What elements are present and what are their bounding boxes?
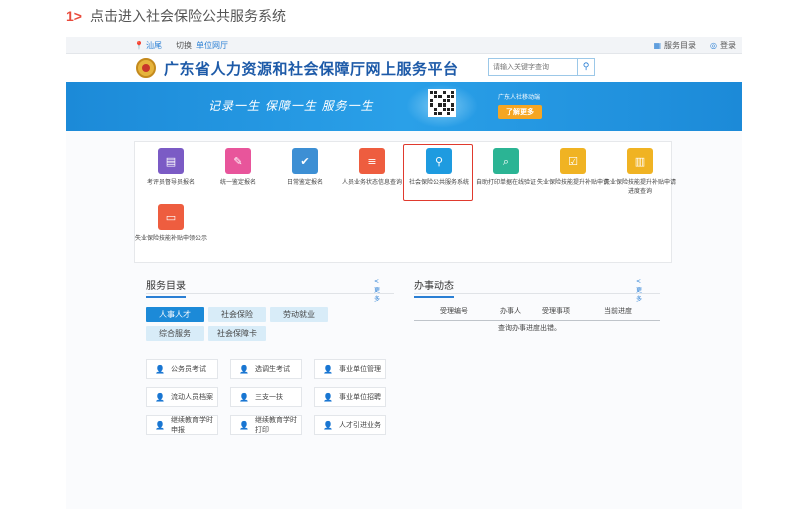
catalog-item-label: 三支一扶 (254, 393, 283, 401)
user-search-icon: ⚲ (426, 148, 452, 174)
emblem-icon (136, 58, 156, 78)
location-link[interactable]: 📍 汕尾 (134, 40, 162, 51)
catalog-item[interactable]: 👤 人才引进业务 (314, 415, 386, 435)
service-tile-label: 失业保险技能提升补贴申请进度查询 (604, 179, 677, 195)
catalog-divider (146, 293, 394, 294)
user-circle-icon: ◎ (710, 40, 717, 50)
user-icon: 👤 (155, 392, 165, 402)
progress-more-link[interactable]: <更多 (636, 278, 642, 303)
site-header: 广东省人力资源和社会保障厅网上服务平台 ⚲ (66, 54, 742, 82)
user-icon: 👤 (239, 420, 249, 430)
service-catalog-link[interactable]: ▦ 服务目录 (653, 40, 696, 51)
catalog-item[interactable]: 👤 选调生考试 (230, 359, 302, 379)
catalog-item[interactable]: 👤 继续教育学时申报 (146, 415, 218, 435)
catalog-icon: ▦ (653, 40, 662, 50)
banner-slogan: 记录一生 保障一生 服务一生 (208, 99, 374, 113)
app-title: 广东人社移动端 (498, 94, 541, 101)
site-title: 广东省人力资源和社会保障厅网上服务平台 (164, 59, 459, 78)
catalog-item-label: 事业单位管理 (338, 365, 381, 373)
service-tile-label: 统一鉴定报名 (219, 179, 256, 186)
qr-code-icon (428, 89, 456, 117)
website-screenshot: 📍 汕尾 切换 单位网厅 ▦ 服务目录 ◎ 登录 广东省人力资源和社会保障厅网上服务平… (66, 37, 742, 509)
catalog-item[interactable]: 👤 事业单位招聘 (314, 387, 386, 407)
catalog-item[interactable]: 👤 公务员考试 (146, 359, 218, 379)
learn-more-button[interactable]: 了解更多 (498, 105, 542, 119)
catalog-item-label: 人才引进业务 (338, 421, 381, 429)
catalog-item-label: 继续教育学时打印 (254, 416, 297, 434)
catalog-item[interactable]: 👤 三支一扶 (230, 387, 302, 407)
user-icon: 👤 (239, 392, 249, 402)
service-tile[interactable]: ▭ 失业保险技能补贴申领公示 (135, 204, 207, 243)
catalog-item-label: 公务员考试 (170, 365, 206, 373)
service-tile[interactable]: ☑ 失业保险技能提升补贴申请 (537, 148, 609, 187)
banner-app-info: 广东人社移动端 了解更多 (498, 92, 542, 119)
tab-social-insurance[interactable]: 社会保险 (208, 307, 266, 322)
catalog-item[interactable]: 👤 事业单位管理 (314, 359, 386, 379)
service-tile-label: 失业保险技能补贴申领公示 (135, 235, 208, 242)
login-link[interactable]: ◎ 登录 (710, 40, 736, 51)
user-icon: 👤 (323, 420, 333, 430)
col-accept-item: 受理事项 (542, 307, 570, 315)
service-tile-label: 考评员督导员报名 (146, 179, 195, 186)
switch-link[interactable]: 切换 (176, 40, 192, 51)
step-text: 点击进入社会保险公共服务系统 (89, 9, 286, 25)
unit-hall-link[interactable]: 单位网厅 (196, 40, 228, 51)
catalog-item[interactable]: 👤 流动人员档案 (146, 387, 218, 407)
tab-social-security-card[interactable]: 社会保障卡 (208, 326, 266, 341)
progress-header-line (414, 320, 660, 321)
catalog-item-label: 继续教育学时申报 (170, 416, 213, 434)
service-tile-label: 社会保险公共服务系统 (408, 179, 469, 186)
user-icon: 👤 (239, 364, 249, 374)
catalog-section: 服务目录 <更多 (146, 277, 380, 303)
step-number: 1> (66, 8, 82, 24)
document-search-icon: ⌕ (493, 148, 519, 174)
map-pin-icon: 📍 (134, 40, 144, 50)
search-icon[interactable]: ⚲ (578, 58, 595, 76)
tab-employment[interactable]: 劳动就业 (270, 307, 328, 322)
badge-check-icon: ✔ (292, 148, 318, 174)
service-tile[interactable]: ⚲ 社会保险公共服务系统 (403, 148, 475, 187)
col-accept-number: 受理编号 (440, 307, 468, 315)
service-tile[interactable]: ⌕ 自助打印单据在线验证 (470, 148, 542, 187)
service-tile[interactable]: ▤ 考评员督导员报名 (135, 148, 207, 187)
catalog-item-label: 流动人员档案 (170, 393, 213, 401)
tab-personnel[interactable]: 人事人才 (146, 307, 204, 322)
service-grid: ▤ 考评员督导员报名 ✎ 统一鉴定报名 ✔ 日常鉴定报名 ≡ 人员业务状态信息查询 ⚲ 社会保险公… (134, 141, 676, 263)
search-input[interactable] (488, 58, 578, 76)
progress-section: 办事动态 <更多 (414, 277, 642, 303)
progress-error-message: 查询办事进度出错。 (498, 324, 561, 332)
document-progress-icon: ▥ (627, 148, 653, 174)
service-tile-label: 自助打印单据在线验证 (475, 179, 536, 186)
service-tile-label: 失业保险技能提升补贴申请 (537, 179, 610, 186)
catalog-item-label: 选调生考试 (254, 365, 290, 373)
catalog-item-label: 事业单位招聘 (338, 393, 381, 401)
id-card-icon: ▤ (158, 148, 184, 174)
user-card-icon: ≡ (359, 148, 385, 174)
service-tile[interactable]: ▥ 失业保险技能提升补贴申请进度查询 (604, 148, 676, 196)
col-applicant: 办事人 (500, 307, 521, 315)
user-icon: 👤 (155, 364, 165, 374)
service-tile-label: 人员业务状态信息查询 (341, 179, 402, 186)
service-tile[interactable]: ✎ 统一鉴定报名 (202, 148, 274, 187)
banner: 记录一生 保障一生 服务一生 广东人社移动端 了解更多 (66, 82, 742, 131)
user-icon: 👤 (323, 392, 333, 402)
col-current-progress: 当前进度 (604, 307, 632, 315)
user-icon: 👤 (155, 420, 165, 430)
catalog-title: 服务目录 (146, 277, 186, 298)
service-tile[interactable]: ✔ 日常鉴定报名 (269, 148, 341, 187)
tab-general-services[interactable]: 综合服务 (146, 326, 204, 341)
top-bar: 📍 汕尾 切换 单位网厅 ▦ 服务目录 ◎ 登录 (66, 37, 742, 54)
progress-title: 办事动态 (414, 277, 454, 298)
service-tile[interactable]: ≡ 人员业务状态信息查询 (336, 148, 408, 187)
step-instruction: 1> 点击进入社会保险公共服务系统 (66, 6, 286, 26)
catalog-more-link[interactable]: <更多 (374, 278, 380, 303)
notice-card-icon: ▭ (158, 204, 184, 230)
search-box: ⚲ (488, 58, 595, 76)
progress-divider (414, 293, 660, 294)
user-icon: 👤 (323, 364, 333, 374)
catalog-item[interactable]: 👤 继续教育学时打印 (230, 415, 302, 435)
checklist-icon: ☑ (560, 148, 586, 174)
certificate-icon: ✎ (225, 148, 251, 174)
service-tile-label: 日常鉴定报名 (286, 179, 323, 186)
